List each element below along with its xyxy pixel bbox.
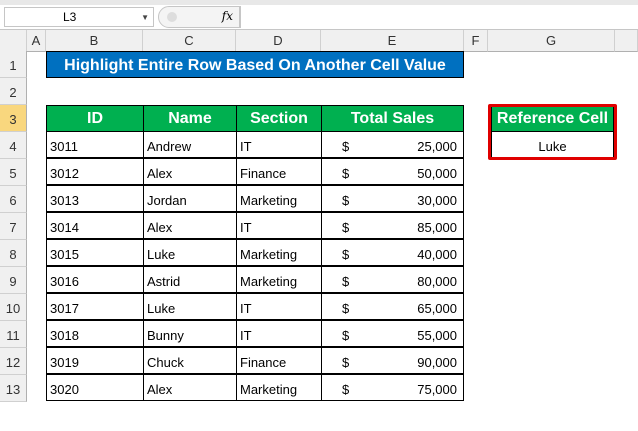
table-cell[interactable]: 3012 — [46, 158, 144, 185]
sales-value: 85,000 — [417, 220, 457, 235]
table-cell[interactable]: Andrew — [143, 131, 237, 158]
select-all-corner[interactable] — [0, 30, 27, 52]
row-header-8[interactable]: 8 — [0, 240, 27, 267]
column-header-B[interactable]: B — [46, 30, 143, 52]
sales-cell[interactable]: $65,000 — [321, 293, 464, 320]
row-header-13[interactable]: 13 — [0, 375, 27, 402]
table-cell[interactable]: 3019 — [46, 347, 144, 374]
row-header-10[interactable]: 10 — [0, 294, 27, 321]
sales-value: 25,000 — [417, 139, 457, 154]
column-header-A[interactable]: A — [27, 30, 46, 52]
column-header-C[interactable]: C — [143, 30, 236, 52]
row-header-5[interactable]: 5 — [0, 159, 27, 186]
currency-symbol: $ — [342, 301, 350, 316]
sales-value: 30,000 — [417, 193, 457, 208]
currency-symbol: $ — [342, 328, 350, 343]
sales-cell[interactable]: $40,000 — [321, 239, 464, 266]
row-header-1[interactable]: 1 — [0, 51, 27, 78]
table-cell[interactable]: Alex — [143, 374, 237, 401]
sales-cell[interactable]: $90,000 — [321, 347, 464, 374]
column-header-D[interactable]: D — [236, 30, 321, 52]
sales-cell[interactable]: $55,000 — [321, 320, 464, 347]
currency-symbol: $ — [342, 220, 350, 235]
table-cell[interactable]: Alex — [143, 212, 237, 239]
table-cell[interactable]: Bunny — [143, 320, 237, 347]
row-header-6[interactable]: 6 — [0, 186, 27, 213]
table-header-0[interactable]: ID — [46, 105, 144, 132]
table-cell[interactable]: Alex — [143, 158, 237, 185]
table-cell[interactable]: Luke — [143, 293, 237, 320]
sales-cell[interactable]: $85,000 — [321, 212, 464, 239]
sales-cell[interactable]: $25,000 — [321, 131, 464, 158]
table-cell[interactable]: Marketing — [236, 239, 322, 266]
sales-value: 80,000 — [417, 274, 457, 289]
formula-input[interactable] — [240, 6, 638, 28]
table-cell[interactable]: 3013 — [46, 185, 144, 212]
sales-value: 90,000 — [417, 355, 457, 370]
sales-cell[interactable]: $80,000 — [321, 266, 464, 293]
insert-function-icon[interactable]: fx — [222, 9, 233, 23]
sales-value: 65,000 — [417, 301, 457, 316]
table-cell[interactable]: Finance — [236, 347, 322, 374]
table-header-2[interactable]: Section — [236, 105, 322, 132]
row-header-11[interactable]: 11 — [0, 321, 27, 348]
table-cell[interactable]: Astrid — [143, 266, 237, 293]
row-header-4[interactable]: 4 — [0, 132, 27, 159]
table-cell[interactable]: IT — [236, 320, 322, 347]
sales-value: 40,000 — [417, 247, 457, 262]
table-cell[interactable]: IT — [236, 131, 322, 158]
row-header-9[interactable]: 9 — [0, 267, 27, 294]
name-box[interactable]: L3 ▼ — [4, 7, 154, 27]
table-cell[interactable]: 3020 — [46, 374, 144, 401]
table-cell[interactable]: Marketing — [236, 266, 322, 293]
column-header-E[interactable]: E — [321, 30, 464, 52]
sales-value: 55,000 — [417, 328, 457, 343]
currency-symbol: $ — [342, 193, 350, 208]
table-cell[interactable]: Finance — [236, 158, 322, 185]
table-cell[interactable]: IT — [236, 293, 322, 320]
table-cell[interactable]: Jordan — [143, 185, 237, 212]
table-header-1[interactable]: Name — [143, 105, 237, 132]
currency-symbol: $ — [342, 382, 350, 397]
table-cell[interactable]: Chuck — [143, 347, 237, 374]
currency-symbol: $ — [342, 166, 350, 181]
row-header-3[interactable]: 3 — [0, 105, 27, 132]
currency-symbol: $ — [342, 247, 350, 262]
chevron-down-icon[interactable]: ▼ — [141, 13, 149, 22]
table-cell[interactable]: 3011 — [46, 131, 144, 158]
table-cell[interactable]: 3016 — [46, 266, 144, 293]
row-header-12[interactable]: 12 — [0, 348, 27, 375]
sales-value: 50,000 — [417, 166, 457, 181]
table-header-3[interactable]: Total Sales — [321, 105, 464, 132]
column-header-G[interactable]: G — [488, 30, 615, 52]
formula-controls: fx — [158, 6, 240, 28]
reference-highlight — [488, 104, 617, 160]
table-cell[interactable]: 3017 — [46, 293, 144, 320]
table-cell[interactable]: 3015 — [46, 239, 144, 266]
formula-bar: L3 ▼ fx — [0, 0, 638, 30]
table-cell[interactable]: Luke — [143, 239, 237, 266]
sales-value: 75,000 — [417, 382, 457, 397]
currency-symbol: $ — [342, 274, 350, 289]
sales-cell[interactable]: $75,000 — [321, 374, 464, 401]
name-box-value: L3 — [63, 10, 77, 24]
column-header-F[interactable]: F — [464, 30, 488, 52]
table-cell[interactable]: IT — [236, 212, 322, 239]
row-header-7[interactable]: 7 — [0, 213, 27, 240]
column-header-H[interactable] — [615, 30, 638, 52]
table-cell[interactable]: 3018 — [46, 320, 144, 347]
table-cell[interactable]: Marketing — [236, 374, 322, 401]
row-header-2[interactable]: 2 — [0, 78, 27, 105]
sheet-title[interactable]: Highlight Entire Row Based On Another Ce… — [46, 51, 464, 78]
sales-cell[interactable]: $30,000 — [321, 185, 464, 212]
currency-symbol: $ — [342, 139, 350, 154]
table-cell[interactable]: 3014 — [46, 212, 144, 239]
table-cell[interactable]: Marketing — [236, 185, 322, 212]
currency-symbol: $ — [342, 355, 350, 370]
sales-cell[interactable]: $50,000 — [321, 158, 464, 185]
grip-icon[interactable] — [167, 12, 177, 22]
